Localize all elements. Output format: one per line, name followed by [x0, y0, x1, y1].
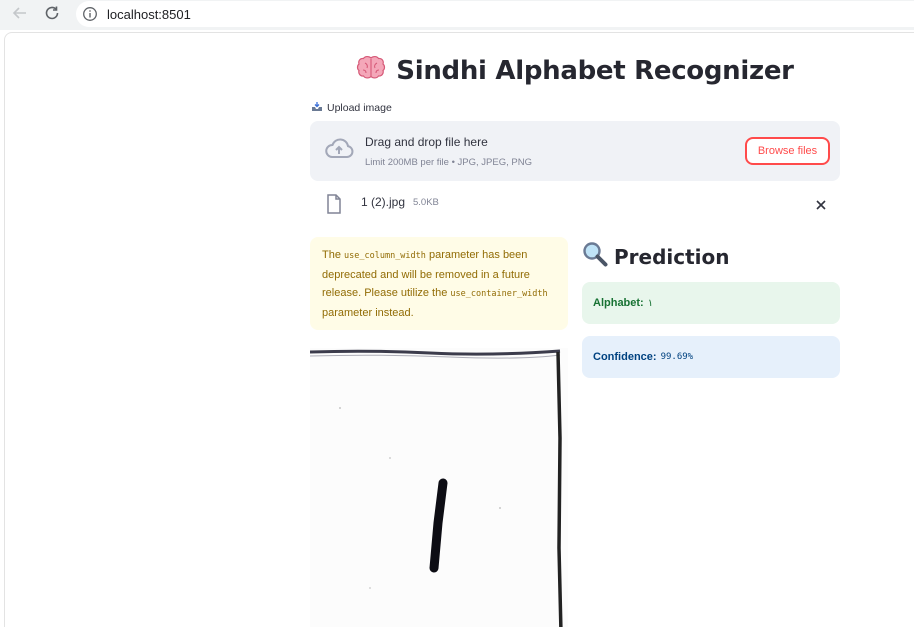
file-size: 5.0KB [413, 197, 439, 208]
address-bar[interactable]: localhost:8501 [76, 1, 914, 27]
warning-code-1: use_column_width [344, 251, 426, 261]
confidence-label: Confidence: [593, 351, 657, 363]
warning-text-1: The [322, 249, 345, 261]
deprecation-warning: The use_column_width parameter has been … [310, 237, 568, 330]
remove-file-close-icon[interactable] [815, 198, 827, 216]
warning-code-2: use_container_width [450, 289, 548, 299]
app-title: Sindhi Alphabet Recognizer [396, 55, 794, 86]
cloud-upload-icon [324, 137, 354, 166]
magnifier-icon [582, 241, 608, 272]
file-name: 1 (2).jpg [361, 195, 406, 209]
confidence-value: 99.69% [660, 352, 694, 362]
alphabet-result: Alphabet: ١ [582, 282, 840, 324]
upload-label: Upload image [311, 101, 392, 115]
confidence-result: Confidence: 99.69% [582, 336, 840, 378]
inbox-tray-icon [311, 101, 323, 115]
page-title: Sindhi Alphabet Recognizer [305, 55, 845, 86]
uploaded-file-row: 1 (2).jpg 5.0KB [310, 188, 840, 224]
url-text[interactable]: localhost:8501 [107, 7, 191, 22]
brain-icon [356, 55, 386, 86]
dropzone-title: Drag and drop file here [365, 135, 488, 149]
uploaded-image [310, 348, 568, 627]
alphabet-label: Alphabet: [593, 297, 644, 309]
app-page: Sindhi Alphabet Recognizer Upload image … [4, 32, 914, 627]
dropzone-limit: Limit 200MB per file • JPG, JPEG, PNG [365, 157, 532, 168]
prediction-title: Prediction [614, 244, 730, 269]
reload-icon[interactable] [41, 2, 63, 24]
browser-toolbar: localhost:8501 [0, 0, 914, 30]
browse-files-button[interactable]: Browse files [745, 137, 830, 165]
warning-text-3: parameter instead. [322, 306, 414, 319]
file-icon [326, 194, 342, 219]
site-info-icon[interactable] [82, 6, 98, 22]
alphabet-value: ١ [647, 297, 654, 309]
upload-label-text: Upload image [327, 102, 392, 114]
prediction-header: Prediction [582, 241, 730, 272]
back-arrow-icon[interactable] [9, 2, 31, 24]
